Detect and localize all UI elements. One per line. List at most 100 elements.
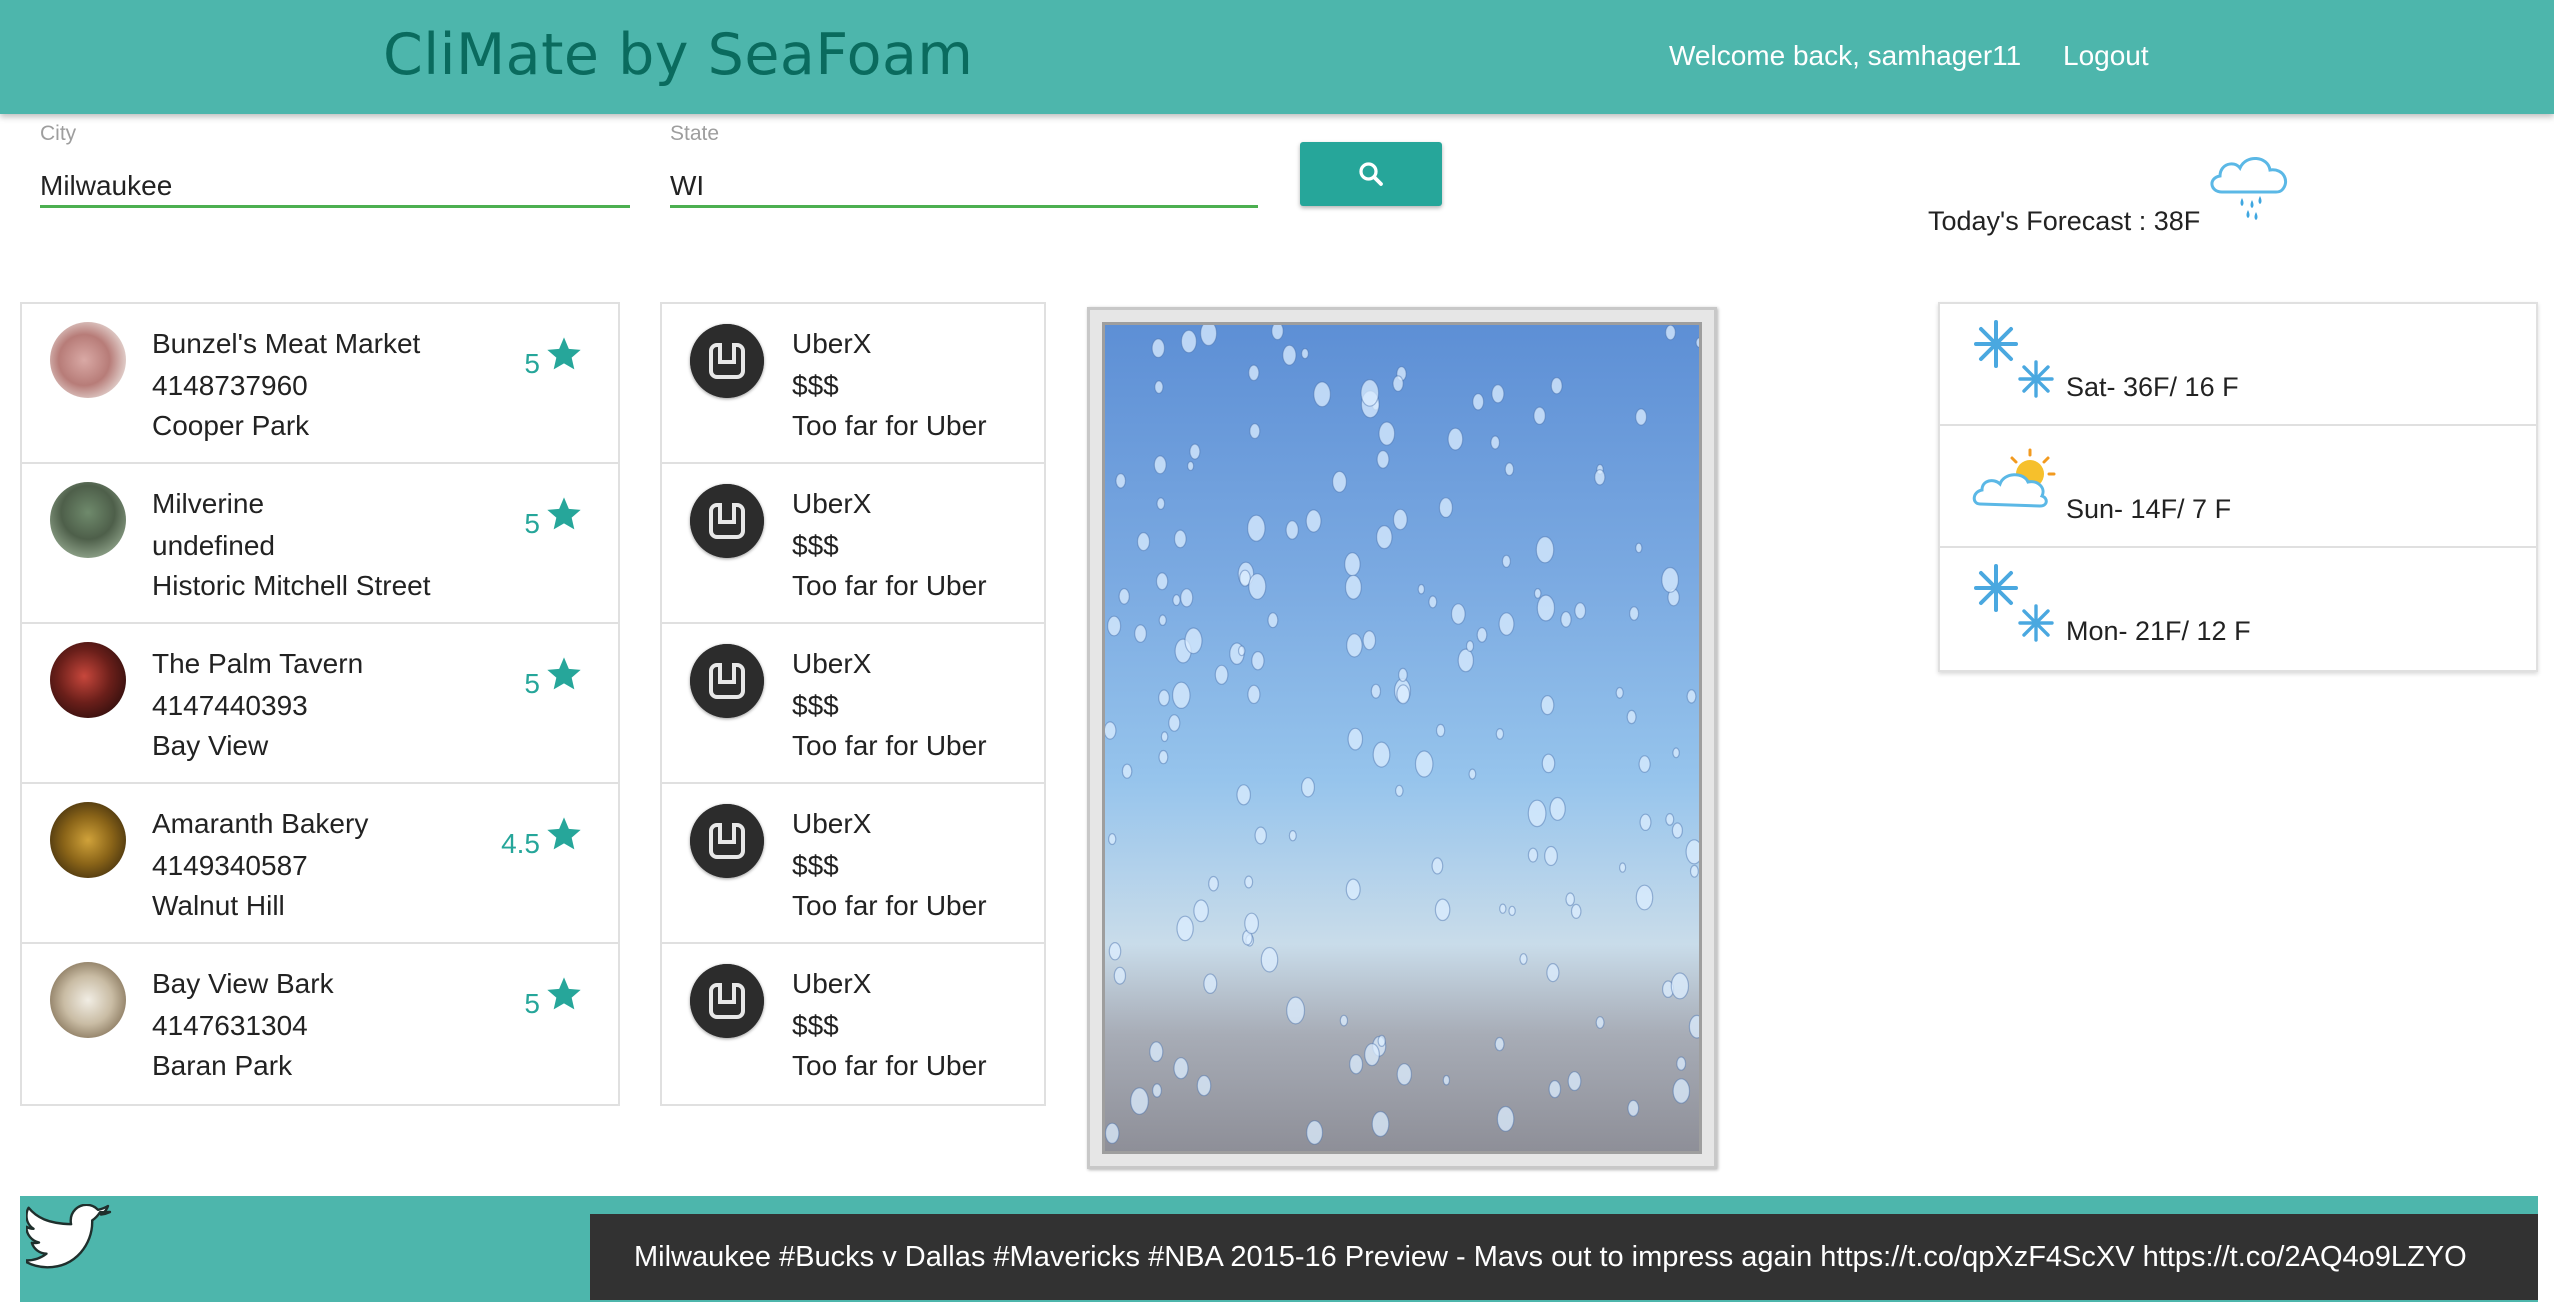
raindrop	[1695, 337, 1699, 348]
raindrop	[1504, 462, 1515, 477]
ride-name: UberX	[792, 968, 872, 999]
uber-logo-icon	[690, 804, 764, 878]
ride-name: UberX	[792, 488, 872, 519]
rating-value: 5	[524, 668, 540, 699]
tweet-text[interactable]: Milwaukee #Bucks v Dallas #Mavericks #NB…	[590, 1214, 2538, 1300]
list-item[interactable]: Amaranth Bakery 4149340587 Walnut Hill 4…	[22, 784, 618, 944]
raindrop	[1627, 1099, 1640, 1117]
list-item[interactable]: Bay View Bark 4147631304 Baran Park 5	[22, 944, 618, 1104]
raindrop	[1260, 946, 1279, 973]
raindrop	[1494, 1036, 1505, 1052]
raindrops	[1105, 325, 1699, 1145]
list-item[interactable]: UberX $$$ Too far for Uber	[662, 624, 1044, 784]
raindrop	[1153, 455, 1167, 475]
place-phone: 4148737960	[152, 370, 308, 401]
raindrop	[1570, 903, 1582, 920]
rating-value: 4.5	[501, 828, 540, 859]
search-icon	[1359, 162, 1383, 186]
raindrop	[1431, 857, 1444, 875]
raindrop	[1671, 822, 1684, 839]
raindrop	[1544, 845, 1558, 867]
forecast-day: Mon- 21F/ 12 F	[1940, 548, 2536, 670]
ride-price: $$$	[792, 1010, 839, 1041]
raindrop	[1450, 603, 1466, 625]
list-item[interactable]: Bunzel's Meat Market 4148737960 Cooper P…	[22, 304, 618, 464]
uber-logo-icon	[690, 644, 764, 718]
raindrop	[1670, 972, 1690, 1000]
ride-note: Too far for Uber	[792, 730, 987, 761]
list-item[interactable]: The Palm Tavern 4147440393 Bay View 5	[22, 624, 618, 784]
raindrop	[1149, 1041, 1164, 1063]
state-field: State	[670, 118, 1258, 228]
ride-name: UberX	[792, 648, 872, 679]
weather-picture-frame	[1087, 307, 1717, 1169]
avatar	[50, 482, 126, 558]
list-item[interactable]: Milverine undefined Historic Mitchell St…	[22, 464, 618, 624]
logout-link[interactable]: Logout	[2063, 40, 2149, 72]
raindrop	[1378, 421, 1396, 446]
raindrop	[1305, 509, 1322, 533]
todays-forecast: Today's Forecast : 38F	[1928, 206, 2201, 236]
raindrop	[1347, 727, 1364, 751]
list-item[interactable]: UberX $$$ Too far for Uber	[662, 464, 1044, 624]
raindrop	[1372, 741, 1391, 768]
search-button[interactable]	[1300, 142, 1442, 206]
raindrop	[1447, 427, 1464, 451]
list-item[interactable]: UberX $$$ Too far for Uber	[662, 304, 1044, 464]
raindrop	[1301, 348, 1310, 360]
raindrop	[1285, 520, 1299, 540]
rides-list: UberX $$$ Too far for Uber UberX $$$ Too…	[660, 302, 1046, 1106]
raindrop	[1371, 1110, 1390, 1138]
raindrop	[1254, 826, 1267, 845]
raindrop	[1173, 529, 1187, 549]
raindrop	[1313, 381, 1332, 408]
raindrop	[1180, 588, 1194, 608]
app-header: CliMate by SeaFoam Welcome back, samhage…	[0, 0, 2554, 114]
raindrop	[1546, 962, 1560, 983]
raindrop	[1457, 648, 1474, 673]
raindrop	[1398, 667, 1408, 682]
raindrop	[1535, 535, 1555, 564]
raindrop	[1618, 862, 1627, 873]
raindrop	[1665, 813, 1675, 826]
avatar	[50, 802, 126, 878]
raindrop	[1370, 683, 1382, 699]
raindrop	[1248, 364, 1260, 382]
raindrop	[1635, 884, 1654, 911]
list-item[interactable]: UberX $$$ Too far for Uber	[662, 944, 1044, 1104]
ride-price: $$$	[792, 690, 839, 721]
raindrop	[1560, 611, 1572, 628]
raindrop	[1108, 942, 1122, 961]
raindrop	[1121, 763, 1133, 779]
raindrop	[1672, 1078, 1691, 1104]
raindrop	[1184, 627, 1203, 655]
raindrop	[1635, 542, 1643, 554]
raindrop	[1196, 1074, 1212, 1097]
raindrop	[1154, 380, 1164, 394]
raindrop	[1476, 627, 1488, 643]
raindrop	[1414, 750, 1434, 778]
forecast-text: Sun- 14F/ 7 F	[2066, 494, 2232, 524]
raindrop	[1158, 689, 1170, 707]
star-icon	[547, 497, 581, 530]
raindrop	[1508, 905, 1516, 917]
city-input[interactable]	[40, 158, 630, 208]
raindrop	[1686, 689, 1697, 704]
raindrop	[1344, 574, 1362, 600]
raindrop	[1377, 1034, 1386, 1048]
avatar	[50, 642, 126, 718]
raindrop	[1595, 1016, 1605, 1029]
raindrop	[1249, 423, 1261, 440]
place-name: Bunzel's Meat Market	[152, 328, 421, 359]
state-input[interactable]	[670, 158, 1258, 208]
place-name: Amaranth Bakery	[152, 808, 369, 839]
ride-name: UberX	[792, 328, 872, 359]
raindrop	[1172, 594, 1181, 607]
place-phone: undefined	[152, 530, 276, 561]
list-item[interactable]: UberX $$$ Too far for Uber	[662, 784, 1044, 944]
raindrop	[1468, 768, 1477, 780]
twitter-bird-icon[interactable]	[26, 1204, 112, 1276]
raindrop	[1396, 684, 1411, 705]
raindrop	[1247, 514, 1266, 542]
raindrop	[1434, 898, 1451, 922]
